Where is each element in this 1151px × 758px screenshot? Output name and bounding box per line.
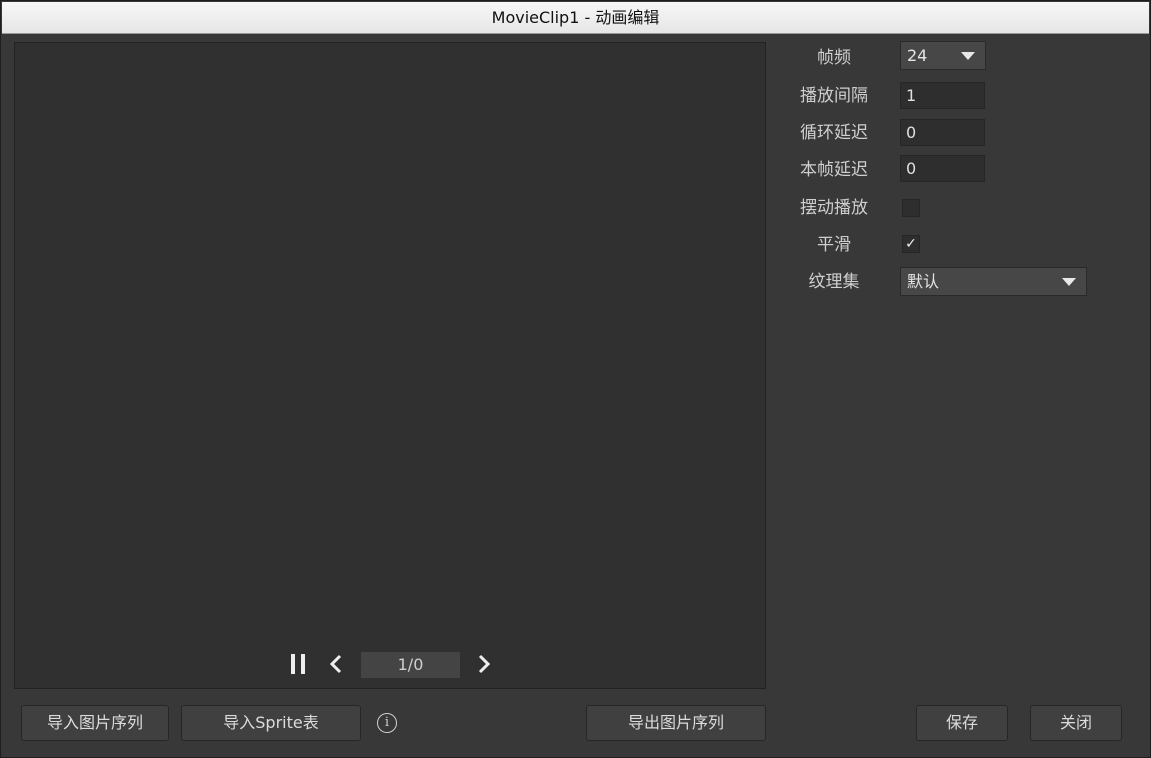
import-sprite-sheet-button[interactable]: 导入Sprite表 xyxy=(181,705,361,741)
smooth-label: 平滑 xyxy=(817,235,851,255)
loop-delay-field[interactable]: 0 xyxy=(900,119,985,146)
fps-value: 24 xyxy=(907,46,928,65)
export-image-sequence-button[interactable]: 导出图片序列 xyxy=(586,705,766,741)
animation-editor-window: MovieClip1 - 动画编辑 1/0 帧频 24 播放间隔 1 循环延迟 … xyxy=(0,0,1151,758)
swing-play-label: 摆动播放 xyxy=(800,198,868,218)
import-image-sequence-button[interactable]: 导入图片序列 xyxy=(21,705,169,741)
fps-select[interactable]: 24 xyxy=(900,41,986,70)
frame-counter: 1/0 xyxy=(361,652,460,678)
window-title: MovieClip1 - 动画编辑 xyxy=(2,2,1149,34)
play-interval-field[interactable]: 1 xyxy=(900,82,985,109)
texture-atlas-label: 纹理集 xyxy=(808,272,860,292)
chevron-right-icon[interactable] xyxy=(474,652,494,676)
play-interval-label: 播放间隔 xyxy=(800,86,868,106)
frame-delay-field[interactable]: 0 xyxy=(900,155,985,182)
chevron-left-icon[interactable] xyxy=(326,652,346,676)
fps-label: 帧频 xyxy=(817,48,851,68)
loop-delay-label: 循环延迟 xyxy=(800,123,868,143)
animation-preview-area[interactable] xyxy=(14,42,766,689)
dropdown-caret-icon xyxy=(961,52,975,60)
frame-delay-label: 本帧延迟 xyxy=(800,160,868,180)
checkmark-icon: ✓ xyxy=(905,236,917,252)
dropdown-caret-icon xyxy=(1062,278,1076,286)
pause-icon[interactable] xyxy=(288,652,308,676)
info-icon[interactable]: i xyxy=(377,713,397,733)
save-button[interactable]: 保存 xyxy=(916,705,1008,741)
texture-atlas-select[interactable]: 默认 xyxy=(900,267,1087,296)
smooth-checkbox[interactable]: ✓ xyxy=(902,235,920,253)
close-button[interactable]: 关闭 xyxy=(1030,705,1122,741)
swing-play-checkbox[interactable] xyxy=(902,199,920,217)
texture-atlas-value: 默认 xyxy=(907,272,940,291)
